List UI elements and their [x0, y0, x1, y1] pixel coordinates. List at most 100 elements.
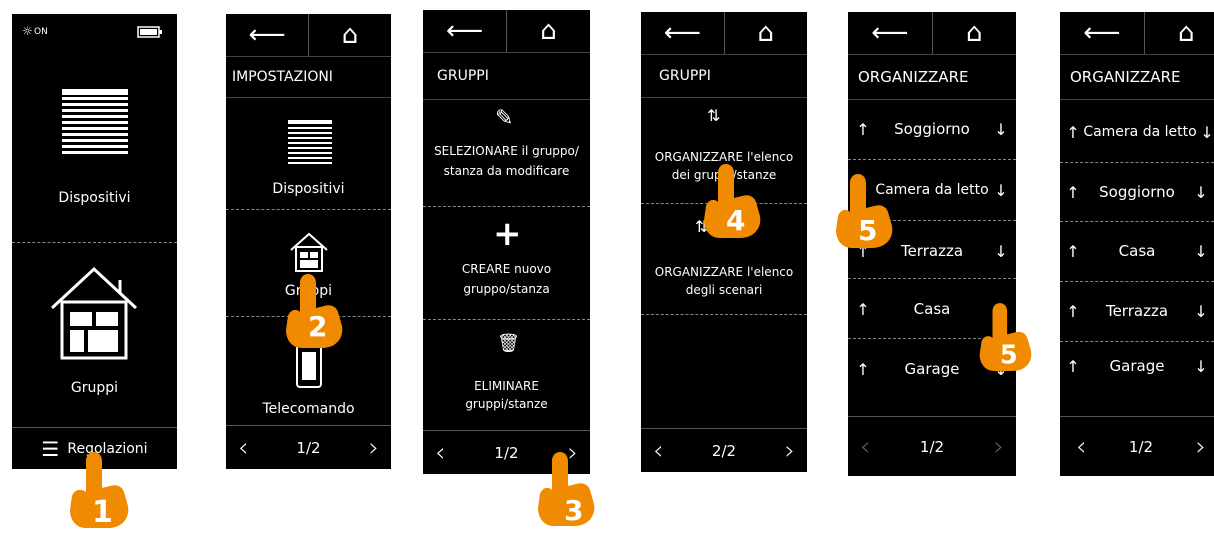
house-icon	[290, 232, 328, 272]
row-label: Garage	[904, 360, 960, 378]
move-down-icon[interactable]: ↓	[1194, 183, 1208, 202]
organize-row[interactable]: ↑ Soggiorno ↓	[1060, 164, 1214, 220]
row-label: Casa	[913, 300, 951, 318]
home-button[interactable]: ⌂	[506, 10, 590, 52]
move-up-icon[interactable]: ↑	[1066, 357, 1080, 376]
row-label: Terrazza	[900, 242, 964, 260]
organize-row[interactable]: ↑ Terrazza ↓	[1060, 283, 1214, 339]
step-number: 2	[308, 310, 327, 343]
page-title: GRUPPI	[423, 53, 590, 100]
page-title: GRUPPI	[641, 55, 807, 98]
home-icon: ⌂	[1177, 18, 1195, 48]
page-indicator: 1/2	[296, 438, 321, 457]
home-icon: ⌂	[540, 16, 557, 46]
prev-page-icon[interactable]: ‹	[238, 433, 248, 463]
roller-shutter-icon	[288, 120, 332, 164]
move-down-icon[interactable]: ↓	[994, 242, 1008, 261]
home-button[interactable]: ⌂	[723, 12, 808, 54]
back-arrow-icon: ⟵	[663, 18, 701, 48]
pagination-bar: ‹ 2/2 ›	[641, 428, 807, 472]
move-down-icon[interactable]: ↓	[994, 120, 1008, 139]
back-button[interactable]: ⟵	[848, 12, 932, 54]
organize-row[interactable]: ↑ Garage ↓	[1060, 338, 1214, 394]
organize-row[interactable]: ↑ Soggiorno ↓	[848, 100, 1016, 158]
organize-row[interactable]: ↑ Camera da letto ↓	[1060, 104, 1214, 160]
step-number: 4	[726, 204, 745, 237]
move-down-icon[interactable]: ↓	[1194, 242, 1208, 261]
page-title: ORGANIZZARE	[1060, 55, 1214, 100]
prev-page-icon[interactable]: ‹	[435, 438, 445, 468]
divider	[1060, 281, 1214, 282]
status-bar: ☼ ON	[12, 14, 177, 52]
trash-icon: 🗑	[497, 333, 520, 354]
move-up-icon[interactable]: ↑	[856, 360, 870, 379]
back-button[interactable]: ⟵	[1060, 12, 1144, 54]
move-up-icon[interactable]: ↑	[856, 120, 870, 139]
create-text-1: CREARE nuovo	[461, 262, 552, 276]
devices-item[interactable]: Dispositivi	[226, 98, 391, 208]
divider	[12, 242, 177, 243]
battery-icon	[137, 26, 162, 38]
step-number: 3	[564, 494, 583, 527]
row-label: Terrazza	[1105, 302, 1169, 320]
move-down-icon[interactable]: ↓	[1194, 357, 1208, 376]
divider	[848, 159, 1016, 160]
delete-group-item[interactable]: 🗑 ELIMINARE gruppi/stanze	[423, 321, 590, 429]
move-up-icon[interactable]: ↑	[856, 300, 870, 319]
move-up-icon[interactable]: ↑	[1066, 183, 1080, 202]
divider	[423, 319, 590, 320]
step-number: 1	[92, 495, 113, 530]
next-page-icon[interactable]: ›	[1196, 432, 1206, 462]
tap-hand-step-4: 4	[704, 164, 761, 238]
select-group-item[interactable]: ✎ SELEZIONARE il gruppo/ stanza da modif…	[423, 100, 590, 206]
back-arrow-icon: ⟵	[871, 18, 909, 48]
prev-page-icon[interactable]: ‹	[1076, 432, 1086, 462]
next-page-icon[interactable]: ›	[785, 436, 795, 466]
page-indicator: 1/2	[494, 443, 519, 462]
back-button[interactable]: ⟵	[226, 14, 308, 56]
back-arrow-icon: ⟵	[248, 20, 286, 50]
settings-screen: ⟵ ⌂ IMPOSTAZIONI Dispositivi Gruppi Tele…	[226, 14, 391, 469]
prev-page-icon[interactable]: ‹	[860, 432, 870, 462]
next-page-icon[interactable]: ›	[994, 432, 1004, 462]
home-button[interactable]: ⌂	[931, 12, 1017, 54]
create-group-item[interactable]: + CREARE nuovo gruppo/stanza	[423, 208, 590, 318]
pagination-bar: ‹ 1/2 ›	[226, 425, 391, 469]
page-indicator: 2/2	[711, 441, 737, 460]
divider	[641, 314, 807, 315]
sun-on-icon: ☼	[22, 24, 33, 38]
top-bar: ⟵ ⌂	[1060, 12, 1214, 55]
divider	[1060, 162, 1214, 163]
list-icon: ☰	[41, 436, 60, 461]
organize-row[interactable]: ↑ Casa ↓	[1060, 223, 1214, 279]
groups-tile[interactable]: Gruppi	[12, 244, 177, 424]
roller-shutter-icon	[62, 89, 128, 154]
back-arrow-icon: ⟵	[445, 16, 484, 46]
top-bar: ⟵ ⌂	[848, 12, 1016, 55]
move-up-icon[interactable]: ↑	[1066, 242, 1080, 261]
home-icon: ⌂	[965, 18, 983, 48]
tap-hand-step-3: 3	[538, 452, 595, 527]
home-button[interactable]: ⌂	[1143, 12, 1214, 54]
row-label: Casa	[1118, 242, 1156, 260]
move-down-icon[interactable]: ↓	[1194, 302, 1208, 321]
move-up-icon[interactable]: ↑	[1066, 302, 1080, 321]
back-button[interactable]: ⟵	[423, 10, 506, 52]
next-page-icon[interactable]: ›	[369, 433, 379, 463]
top-bar: ⟵ ⌂	[226, 14, 391, 57]
move-up-icon[interactable]: ↑	[1066, 123, 1080, 142]
home-button[interactable]: ⌂	[308, 14, 391, 56]
devices-tile[interactable]: Dispositivi	[12, 54, 177, 239]
select-text-2: stanza da modificare	[443, 164, 570, 178]
delete-text-2: gruppi/stanze	[465, 397, 548, 411]
groups-screen: ⟵ ⌂ GRUPPI ✎ SELEZIONARE il gruppo/ stan…	[423, 10, 590, 474]
back-button[interactable]: ⟵	[641, 12, 724, 54]
move-down-icon[interactable]: ↓	[994, 181, 1008, 200]
delete-text-1: ELIMINARE	[474, 379, 539, 393]
page-indicator: 1/2	[1128, 437, 1154, 456]
move-down-icon[interactable]: ↓	[1200, 123, 1214, 142]
create-text-2: gruppo/stanza	[463, 282, 550, 296]
prev-page-icon[interactable]: ‹	[653, 436, 663, 466]
home-screen: ☼ ON Dispositivi Gruppi ☰ Regolazioni	[12, 14, 177, 469]
top-bar: ⟵ ⌂	[641, 12, 807, 55]
